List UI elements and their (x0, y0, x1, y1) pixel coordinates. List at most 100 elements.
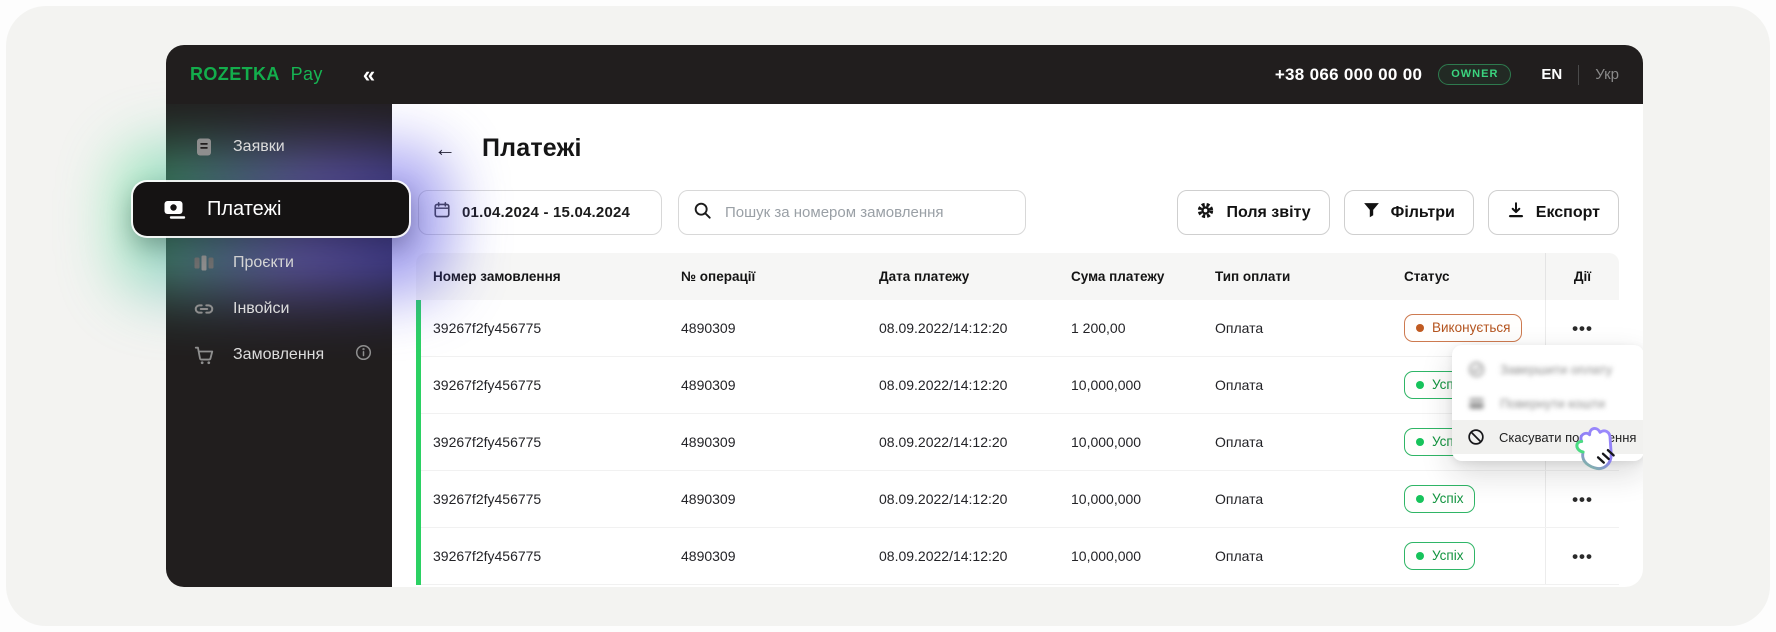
cell-payment-amount: 10,000,000 (1071, 377, 1142, 393)
back-arrow-icon[interactable]: ← (434, 137, 456, 160)
cell-payment-amount: 10,000,000 (1071, 548, 1142, 564)
cancel-ban-icon (1467, 428, 1485, 447)
cell-payment-type: Оплата (1215, 434, 1264, 450)
page-header: ← Платежі (434, 134, 582, 163)
header-status: Статус (1404, 269, 1450, 284)
cell-order-number: 39267f2fy456775 (433, 320, 542, 336)
owner-role-badge: OWNER (1438, 64, 1512, 85)
table-body: 39267f2fy456775 4890309 08.09.2022/14:12… (416, 300, 1619, 585)
date-range-picker[interactable]: 01.04.2024 - 15.04.2024 (418, 190, 662, 235)
cell-payment-date: 08.09.2022/14:12:20 (879, 548, 1008, 564)
lang-divider (1578, 64, 1580, 85)
topbar: ROZETKA Pay « +38 066 000 00 00 OWNER EN… (166, 45, 1643, 104)
info-icon[interactable] (355, 344, 372, 366)
link-icon (192, 297, 216, 321)
cell-payment-date: 08.09.2022/14:12:20 (879, 491, 1008, 507)
sidebar-item-label: Заявки (233, 138, 285, 155)
app-body: Заявки Платежі Проєкти Інвойси Замовленн… (118, 104, 1643, 587)
account-phone: +38 066 000 00 00 (1274, 64, 1423, 84)
status-dot (1416, 551, 1424, 560)
calendar-icon (433, 201, 451, 224)
date-range-value: 01.04.2024 - 15.04.2024 (462, 204, 631, 221)
cell-payment-type: Оплата (1215, 491, 1264, 507)
cell-order-number: 39267f2fy456775 (433, 377, 542, 393)
cell-payment-date: 08.09.2022/14:12:20 (879, 320, 1008, 336)
table-header-row: Номер замовлення № операції Дата платежу… (416, 253, 1619, 300)
cell-order-number: 39267f2fy456775 (433, 548, 542, 564)
status-dot (1416, 494, 1424, 503)
payments-icon (162, 196, 188, 222)
row-actions-button[interactable]: ••• (1566, 485, 1599, 514)
header-order-number: Номер замовлення (433, 269, 561, 284)
page-title: Платежі (482, 134, 582, 162)
sidebar: Заявки Платежі Проєкти Інвойси Замовленн… (118, 104, 448, 587)
export-button[interactable]: Експорт (1487, 190, 1619, 235)
row-actions-menu: Завершити оплату Повернути кошти Скасува… (1452, 345, 1643, 461)
sidebar-item-proekty[interactable]: Проєкти (166, 240, 392, 286)
cell-operation-number: 4890309 (681, 434, 736, 450)
logo-brand: ROZETKA (190, 64, 280, 84)
cell-payment-type: Оплата (1215, 377, 1264, 393)
cell-order-number: 39267f2fy456775 (433, 491, 542, 507)
cell-operation-number: 4890309 (681, 320, 736, 336)
gear-icon (1196, 201, 1215, 225)
table-row[interactable]: 39267f2fy456775 4890309 08.09.2022/14:12… (421, 414, 1619, 471)
cell-payment-date: 08.09.2022/14:12:20 (879, 434, 1008, 450)
sidebar-item-label: Інвойси (233, 300, 290, 317)
cell-payment-type: Оплата (1215, 548, 1264, 564)
lang-switch-ukr[interactable]: Укр (1595, 66, 1619, 83)
lang-switch-en[interactable]: EN (1541, 66, 1562, 83)
main-content: ← Платежі 01.04.2024 - 15.04.2024 Пошук … (392, 104, 1643, 587)
cart-icon (192, 343, 216, 367)
cell-operation-number: 4890309 (681, 548, 736, 564)
refund-card-icon (1467, 394, 1486, 413)
sidebar-collapse-icon[interactable]: « (363, 63, 375, 86)
row-actions-button[interactable]: ••• (1566, 314, 1599, 343)
toolbar: 01.04.2024 - 15.04.2024 Пошук за номером… (418, 190, 1619, 235)
status-dot (1416, 437, 1424, 446)
header-payment-date: Дата платежу (879, 269, 970, 284)
sidebar-item-label: Платежі (207, 197, 282, 220)
sidebar-item-invoisy[interactable]: Інвойси (166, 286, 392, 332)
table-row[interactable]: 39267f2fy456775 4890309 08.09.2022/14:12… (421, 528, 1619, 585)
filter-funnel-icon (1363, 202, 1380, 224)
header-payment-amount: Сума платежу (1071, 269, 1165, 284)
sidebar-item-zamovlennia[interactable]: Замовлення (166, 332, 392, 378)
sidebar-item-label: Проєкти (233, 254, 294, 271)
sidebar-item-label: Замовлення (233, 346, 325, 363)
menu-item-finish-payment[interactable]: Завершити оплату (1452, 352, 1643, 386)
table-row[interactable]: 39267f2fy456775 4890309 08.09.2022/14:12… (421, 471, 1619, 528)
status-dot (1416, 380, 1424, 389)
projects-icon (192, 251, 216, 275)
cell-operation-number: 4890309 (681, 491, 736, 507)
menu-item-cancel-refund[interactable]: Скасувати повернення (1452, 420, 1643, 454)
search-input[interactable] (723, 203, 1011, 222)
status-badge: Виконується (1404, 314, 1523, 342)
header-operation-number: № операції (681, 269, 756, 284)
document-icon (192, 135, 216, 159)
report-fields-button[interactable]: Поля звіту (1177, 190, 1330, 235)
table-row[interactable]: 39267f2fy456775 4890309 08.09.2022/14:12… (421, 357, 1619, 414)
download-icon (1507, 201, 1525, 224)
header-payment-type: Тип оплати (1215, 269, 1291, 284)
finish-payment-icon (1467, 360, 1486, 379)
sidebar-item-zayavky[interactable]: Заявки (166, 124, 392, 170)
toolbar-buttons: Поля звіту Фільтри Експорт (1177, 190, 1619, 235)
row-actions-button[interactable]: ••• (1566, 542, 1599, 571)
search-field[interactable] (678, 190, 1026, 235)
status-badge: Успіх (1404, 485, 1476, 513)
cell-operation-number: 4890309 (681, 377, 736, 393)
filters-button[interactable]: Фільтри (1343, 190, 1474, 235)
sidebar-item-platezhi-active[interactable]: Платежі (133, 182, 409, 236)
cell-payment-amount: 10,000,000 (1071, 491, 1142, 507)
rozetka-pay-logo: ROZETKA Pay (190, 64, 323, 84)
table-row[interactable]: 39267f2fy456775 4890309 08.09.2022/14:12… (421, 300, 1619, 357)
search-icon (693, 201, 712, 225)
menu-item-refund[interactable]: Повернути кошти (1452, 386, 1643, 420)
cell-payment-amount: 10,000,000 (1071, 434, 1142, 450)
status-dot (1416, 323, 1424, 332)
payments-table: Номер замовлення № операції Дата платежу… (416, 253, 1619, 585)
cell-order-number: 39267f2fy456775 (433, 434, 542, 450)
topbar-right: +38 066 000 00 00 OWNER EN Укр (1275, 64, 1619, 85)
cell-payment-type: Оплата (1215, 320, 1264, 336)
